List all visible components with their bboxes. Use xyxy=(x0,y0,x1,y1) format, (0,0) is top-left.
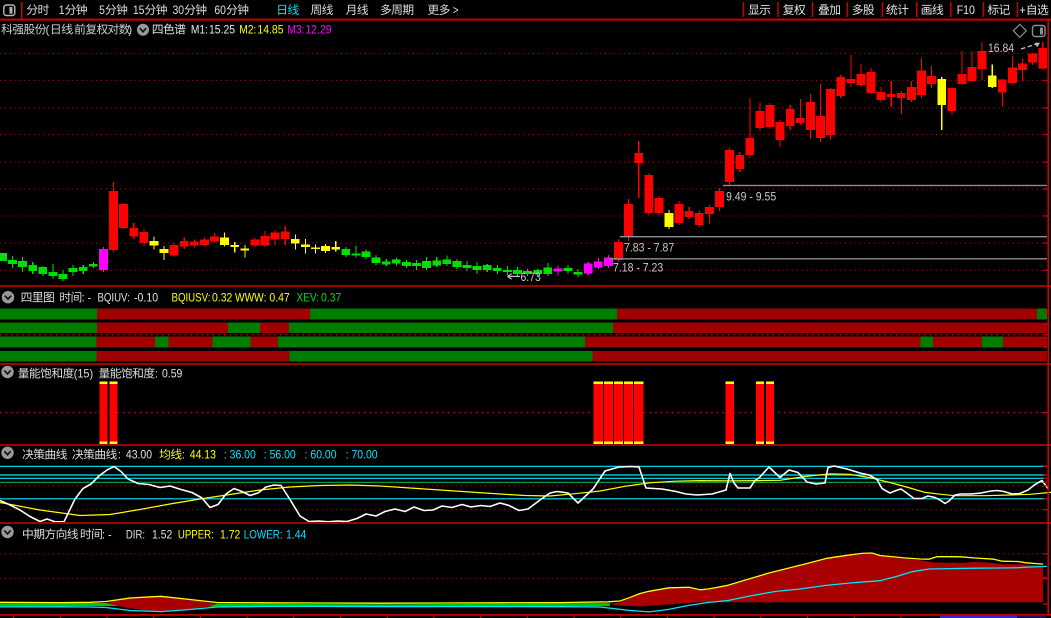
svg-text:.: . xyxy=(104,23,107,37)
svg-text:12.29: 12.29 xyxy=(306,23,332,37)
svg-text:: -: : - xyxy=(82,291,92,305)
svg-text:M1:: M1: xyxy=(191,23,208,37)
svg-text:7.18 - 7.23: 7.18 - 7.23 xyxy=(613,261,663,275)
svg-text:WWW:: WWW: xyxy=(235,291,266,305)
svg-text:BQIUSV:: BQIUSV: xyxy=(172,291,211,305)
svg-text:6.73: 6.73 xyxy=(521,270,542,284)
svg-text:7.83 - 7.87: 7.83 - 7.87 xyxy=(624,241,674,255)
svg-text:0.37: 0.37 xyxy=(321,291,342,305)
svg-text:14.85: 14.85 xyxy=(257,23,283,37)
svg-text:43.00: 43.00 xyxy=(126,448,152,462)
svg-text:: 56.00: : 56.00 xyxy=(264,448,296,462)
svg-text:M3:: M3: xyxy=(287,23,304,37)
svg-text:0.59: 0.59 xyxy=(162,367,183,381)
svg-text:1.44: 1.44 xyxy=(286,527,307,541)
svg-text:44.13: 44.13 xyxy=(190,448,216,462)
svg-text:F10: F10 xyxy=(957,3,975,17)
svg-text:): ) xyxy=(128,23,132,37)
svg-text:: 70.00: : 70.00 xyxy=(346,448,378,462)
svg-text:1.72: 1.72 xyxy=(220,527,241,541)
svg-text:: -: : - xyxy=(102,527,112,541)
svg-text:M2:: M2: xyxy=(239,23,256,37)
svg-text:(15): (15) xyxy=(74,367,93,381)
svg-text:+: + xyxy=(1019,3,1026,17)
svg-text:30: 30 xyxy=(173,3,185,17)
svg-text:>: > xyxy=(453,3,459,17)
svg-text:0.32: 0.32 xyxy=(212,291,233,305)
svg-text:XEV:: XEV: xyxy=(296,291,319,305)
svg-text:0.47: 0.47 xyxy=(269,291,290,305)
svg-text:(: ( xyxy=(46,23,50,37)
svg-text:9.49 - 9.55: 9.49 - 9.55 xyxy=(726,190,776,204)
svg-text::: : xyxy=(155,367,158,381)
svg-text:: 60.00: : 60.00 xyxy=(305,448,337,462)
svg-text:15.25: 15.25 xyxy=(209,23,235,37)
svg-text::: : xyxy=(182,448,185,462)
svg-text:DIR:: DIR: xyxy=(126,527,145,541)
svg-text:: 36.00: : 36.00 xyxy=(224,448,256,462)
svg-text:1: 1 xyxy=(59,3,65,17)
svg-text:1.52: 1.52 xyxy=(152,527,173,541)
svg-text:LOWER:: LOWER: xyxy=(244,527,283,541)
svg-text:BQIUV:: BQIUV: xyxy=(98,291,130,305)
svg-text:16.84: 16.84 xyxy=(988,41,1014,55)
svg-text::: : xyxy=(118,448,121,462)
svg-text:-0.10: -0.10 xyxy=(134,291,158,305)
svg-text:.: . xyxy=(71,23,74,37)
svg-text:15: 15 xyxy=(133,3,145,17)
svg-text:60: 60 xyxy=(214,3,226,17)
svg-text:UPPER:: UPPER: xyxy=(178,527,214,541)
svg-text:5: 5 xyxy=(99,3,105,17)
